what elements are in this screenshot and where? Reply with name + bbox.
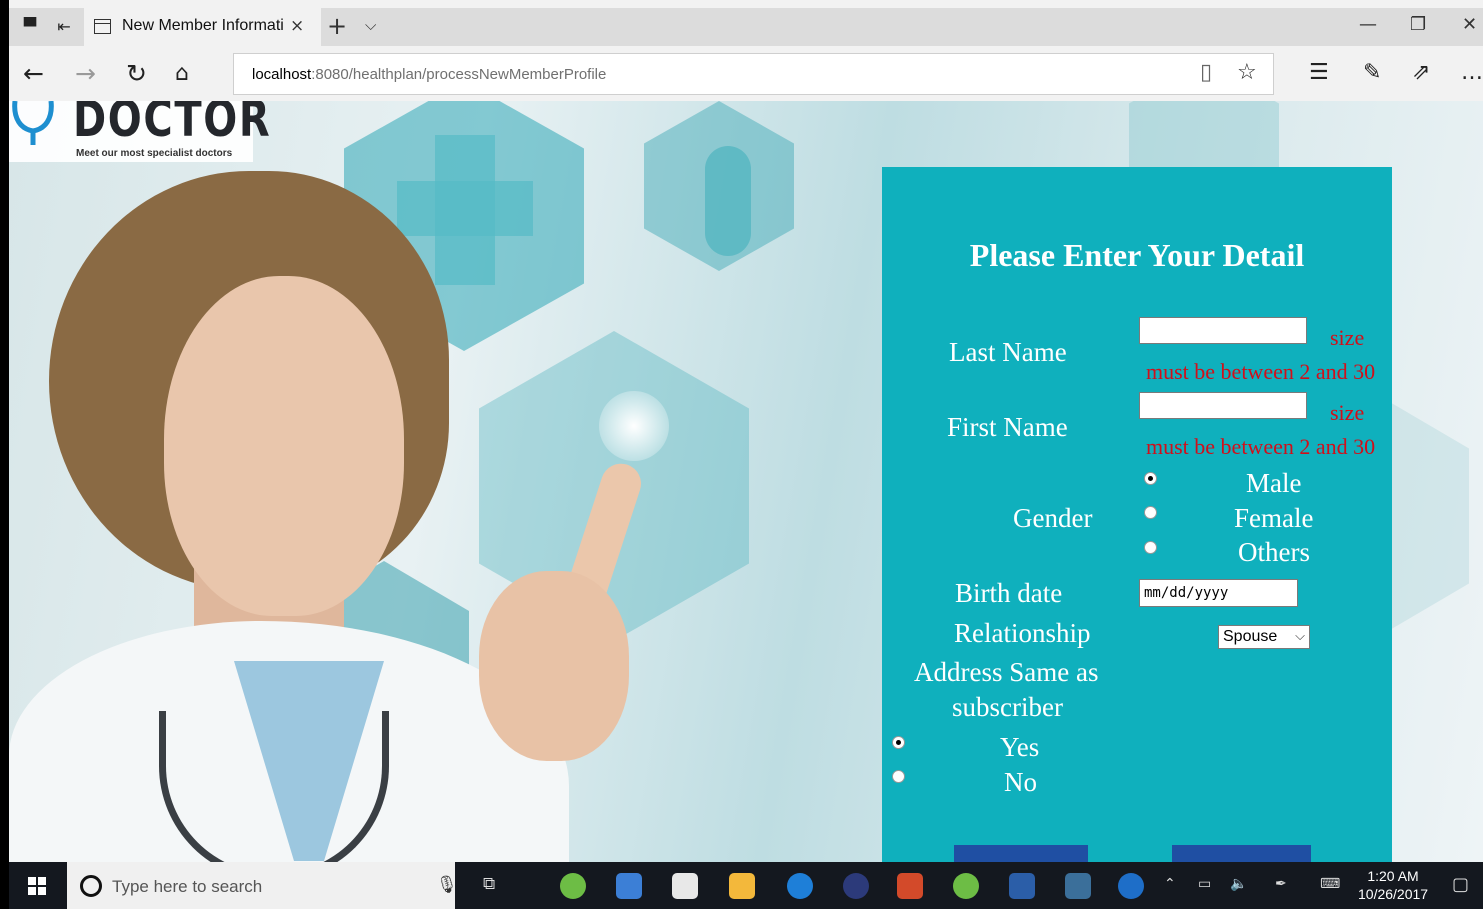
volume-icon[interactable]: 🔈 bbox=[1230, 876, 1247, 892]
restore-icon[interactable]: ❐ bbox=[1410, 14, 1426, 35]
browser-chrome: ▀ ⇤ New Member Informati × + ⌵ — ❐ ✕ ← →… bbox=[9, 0, 1483, 101]
gender-male-radio[interactable] bbox=[1144, 472, 1157, 485]
relationship-label: Relationship bbox=[954, 618, 1091, 648]
page-content: DOCTOR Meet our most specialist doctors … bbox=[9, 101, 1483, 862]
edge-browser-icon[interactable] bbox=[787, 873, 813, 899]
gender-option-label: Male bbox=[1246, 468, 1302, 498]
address-same-label: subscriber bbox=[952, 692, 1063, 722]
stethoscope-icon bbox=[159, 711, 389, 862]
address-option-label: Yes bbox=[1000, 732, 1040, 762]
gender-others-radio[interactable] bbox=[1144, 541, 1157, 554]
tray-chevron-icon[interactable]: ⌃ bbox=[1164, 876, 1176, 892]
gender-option-label: Others bbox=[1238, 537, 1310, 567]
touch-glow bbox=[599, 391, 669, 461]
reading-view-icon[interactable]: ▯ bbox=[1200, 60, 1212, 85]
member-detail-form: Please Enter Your Detail Last Name size … bbox=[882, 167, 1392, 862]
birth-date-input[interactable]: mm/dd/yyyy bbox=[1139, 579, 1298, 607]
address-bar-row: ← → ↻ ⌂ localhost:8080/healthplan/proces… bbox=[9, 52, 1483, 96]
medical-cross-icon bbox=[397, 181, 533, 236]
relationship-select[interactable]: Spouse ⌵ bbox=[1218, 625, 1310, 649]
capsule-icon bbox=[705, 146, 751, 256]
tab-close-icon[interactable]: × bbox=[290, 16, 304, 36]
more-icon[interactable]: … bbox=[1461, 60, 1483, 85]
store-icon[interactable] bbox=[672, 873, 698, 899]
address-bar[interactable]: localhost:8080/healthplan/processNewMemb… bbox=[233, 53, 1274, 95]
last-name-error: size bbox=[1330, 325, 1365, 350]
chevron-down-icon: ⌵ bbox=[1295, 628, 1305, 643]
notifications-icon[interactable]: ▢ bbox=[1452, 874, 1469, 895]
gender-label: Gender bbox=[1013, 503, 1093, 533]
taskbar-search-input[interactable]: Type here to search 🎙 bbox=[67, 862, 458, 909]
relationship-selected: Spouse bbox=[1223, 628, 1278, 645]
first-name-error: size bbox=[1330, 400, 1365, 425]
reset-button[interactable] bbox=[1172, 845, 1311, 862]
last-name-label: Last Name bbox=[949, 337, 1067, 367]
word-icon[interactable] bbox=[1009, 873, 1035, 899]
microphone-icon[interactable]: 🎙 bbox=[436, 875, 458, 895]
gender-option-label: Female bbox=[1234, 503, 1314, 533]
last-name-error: must be between 2 and 30 bbox=[1146, 359, 1376, 384]
eclipse-icon[interactable] bbox=[843, 873, 869, 899]
stethoscope-logo-icon bbox=[12, 101, 54, 145]
tab-title: New Member Informati bbox=[122, 17, 284, 34]
search-placeholder: Type here to search bbox=[112, 877, 263, 896]
windows-start-icon[interactable] bbox=[28, 877, 46, 895]
powerpoint-icon[interactable] bbox=[897, 873, 923, 899]
favorites-hub-icon[interactable]: ☰ bbox=[1309, 60, 1329, 85]
file-explorer-icon[interactable] bbox=[729, 873, 755, 899]
doctor-illustration bbox=[164, 276, 404, 616]
clock-time: 1:20 AM bbox=[1367, 868, 1419, 884]
url-text: localhost:8080/healthplan/processNewMemb… bbox=[252, 66, 607, 83]
new-tab-button[interactable]: + bbox=[327, 12, 347, 40]
share-icon[interactable]: ⇗ bbox=[1412, 60, 1430, 85]
doctor-illustration bbox=[479, 571, 629, 761]
refresh-icon[interactable]: ↻ bbox=[126, 58, 147, 90]
help-icon[interactable] bbox=[1118, 873, 1144, 899]
logo-tagline: Meet our most specialist doctors bbox=[76, 148, 233, 159]
address-no-radio[interactable] bbox=[892, 770, 905, 783]
task-view-icon[interactable]: ⧉ bbox=[483, 874, 495, 894]
birth-date-label: Birth date bbox=[955, 578, 1063, 608]
submit-button[interactable] bbox=[954, 845, 1088, 862]
first-name-input[interactable] bbox=[1139, 392, 1307, 419]
keyboard-icon[interactable]: ⌨ bbox=[1320, 876, 1340, 892]
address-yes-radio[interactable] bbox=[892, 736, 905, 749]
spring-tool-icon[interactable] bbox=[953, 873, 979, 899]
forward-icon[interactable]: → bbox=[75, 58, 96, 90]
tab-preview-icon[interactable]: ▀ bbox=[19, 16, 41, 38]
gender-female-radio[interactable] bbox=[1144, 506, 1157, 519]
last-name-input[interactable] bbox=[1139, 317, 1307, 344]
cortana-icon bbox=[80, 875, 102, 897]
tab-bar: ▀ ⇤ New Member Informati × + ⌵ — ❐ ✕ bbox=[9, 8, 1483, 46]
site-logo[interactable]: DOCTOR Meet our most specialist doctors bbox=[9, 101, 270, 162]
logo-name: DOCTOR bbox=[73, 101, 272, 148]
tab-dropdown-icon[interactable]: ⌵ bbox=[365, 16, 376, 34]
clock-date: 10/26/2017 bbox=[1358, 886, 1429, 902]
close-window-icon[interactable]: ✕ bbox=[1462, 14, 1477, 35]
address-same-label: Address Same as bbox=[914, 657, 1099, 687]
favorite-star-icon[interactable]: ☆ bbox=[1237, 60, 1257, 85]
windows-taskbar: Type here to search 🎙 ⧉ ⌃ ▭ 🔈 ✒ ⌨ 1:20 A… bbox=[9, 862, 1483, 909]
spring-tool-icon[interactable] bbox=[560, 873, 586, 899]
database-tool-icon[interactable] bbox=[1065, 873, 1091, 899]
page-icon bbox=[94, 19, 111, 34]
taskbar-clock[interactable]: 1:20 AM 10/26/2017 bbox=[1358, 867, 1428, 903]
first-name-error: must be between 2 and 30 bbox=[1146, 434, 1376, 459]
form-title: Please Enter Your Detail bbox=[969, 237, 1305, 273]
network-app-icon[interactable] bbox=[616, 873, 642, 899]
first-name-label: First Name bbox=[947, 412, 1068, 442]
battery-icon[interactable]: ▭ bbox=[1198, 876, 1211, 892]
home-icon[interactable]: ⌂ bbox=[175, 58, 189, 90]
back-icon[interactable]: ← bbox=[23, 58, 44, 90]
tab-active[interactable]: New Member Informati × bbox=[84, 8, 321, 46]
address-option-label: No bbox=[1004, 767, 1037, 797]
minimize-icon[interactable]: — bbox=[1359, 14, 1377, 35]
pen-icon[interactable]: ✒ bbox=[1275, 876, 1287, 892]
web-note-icon[interactable]: ✎ bbox=[1363, 60, 1381, 85]
tab-aside-icon[interactable]: ⇤ bbox=[53, 16, 75, 38]
